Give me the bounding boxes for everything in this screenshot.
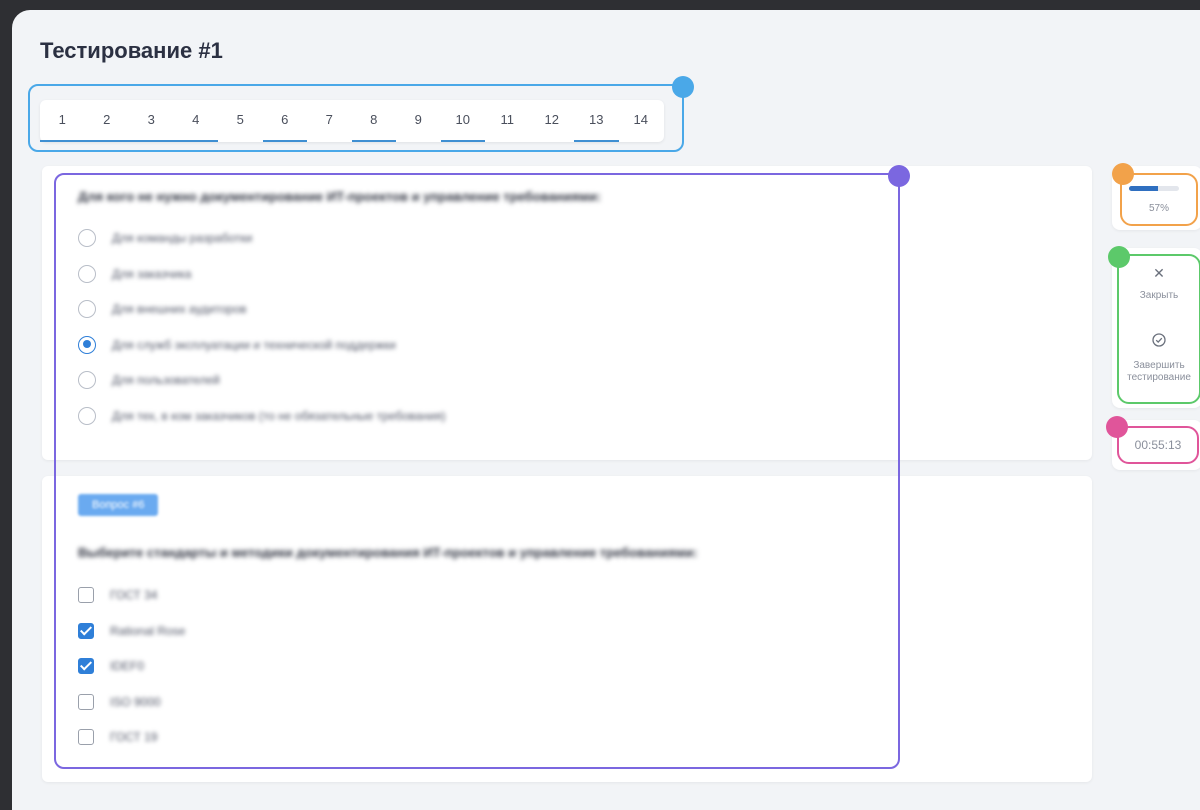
radio-option[interactable]: Для тех, в ком заказчиков (то не обязате… — [78, 405, 446, 427]
radio-button[interactable] — [78, 371, 96, 389]
radio-button[interactable] — [78, 406, 96, 425]
question-6-badge: Вопрос #6 — [78, 494, 159, 516]
checkbox-option[interactable]: Rational Rose — [78, 620, 185, 642]
question-number-9[interactable]: 9 — [396, 100, 441, 142]
checkbox[interactable] — [78, 587, 94, 603]
page-title: Тестирование #1 — [40, 38, 223, 63]
checkbox[interactable] — [78, 658, 94, 674]
question-5-text: Для кого не нужно документирование ИТ-пр… — [78, 189, 602, 204]
progress-label: 57% — [1148, 203, 1169, 214]
radio-option[interactable]: Для команды разработки — [78, 227, 252, 249]
checkbox-option-label: ГОСТ 34 — [110, 588, 158, 602]
question-number-8[interactable]: 8 — [351, 100, 397, 142]
check-circle-icon — [1149, 333, 1169, 350]
checkbox-option-label: ISO 9000 — [110, 694, 161, 709]
timer: 00:55:13 — [1134, 438, 1182, 452]
radio-option[interactable]: Для внешних аудиторов — [78, 298, 247, 320]
checkbox-option[interactable]: ГОСТ 34 — [78, 584, 157, 606]
questions-marker-dot — [888, 165, 910, 187]
radio-button[interactable] — [78, 300, 96, 318]
checkbox[interactable] — [78, 693, 94, 710]
question-number-6[interactable]: 6 — [262, 100, 308, 142]
radio-option-label: Для пользователей — [112, 373, 220, 387]
checkbox-option-label: ГОСТ 19 — [110, 730, 158, 744]
close-icon: ✕ — [1153, 265, 1165, 281]
progress-bar — [1129, 186, 1179, 191]
question-6-text: Выберите стандарты и методики документир… — [78, 545, 698, 560]
question-number-7[interactable]: 7 — [307, 100, 352, 142]
question-number-4[interactable]: 4 — [173, 100, 219, 142]
finish-label: Завершить тестирование — [1120, 360, 1198, 384]
question-number-3[interactable]: 3 — [129, 100, 174, 142]
checkbox-option[interactable]: ГОСТ 19 — [78, 726, 157, 748]
question-navigator: 1 2 3 4 5 6 7 8 9 10 11 12 13 14 — [40, 100, 664, 142]
question-number-5[interactable]: 5 — [218, 100, 263, 142]
navigator-marker-dot — [672, 76, 694, 98]
finish-test-button[interactable]: Завершить тестирование — [1120, 330, 1198, 390]
checkbox-option-label: IDEF0 — [110, 659, 145, 673]
radio-option[interactable]: Для пользователей — [78, 369, 220, 391]
progress-bar-fill — [1129, 186, 1158, 191]
radio-option-label: Для служб эксплуатации и технической под… — [112, 337, 396, 352]
finish-label-line-2: тестирование — [1127, 372, 1191, 383]
progress-highlight — [1120, 173, 1198, 226]
question-card-6 — [42, 476, 1092, 782]
question-number-14[interactable]: 14 — [619, 100, 664, 142]
progress-marker-dot — [1112, 163, 1134, 185]
checkbox-option[interactable]: IDEF0 — [78, 655, 144, 677]
radio-button[interactable] — [78, 229, 96, 247]
question-number-1[interactable]: 1 — [40, 100, 85, 142]
radio-option-label: Для заказчика — [112, 266, 192, 281]
checkbox-option[interactable]: ISO 9000 — [78, 691, 161, 713]
question-number-12[interactable]: 12 — [530, 100, 575, 142]
radio-option-label: Для команды разработки — [112, 231, 253, 245]
close-button[interactable]: ✕ Закрыть — [1120, 262, 1198, 308]
question-number-2[interactable]: 2 — [84, 100, 130, 142]
finish-label-line-1: Завершить — [1133, 360, 1185, 371]
radio-button[interactable] — [78, 335, 96, 354]
radio-option-label: Для тех, в ком заказчиков (то не обязате… — [112, 408, 446, 423]
radio-option-label: Для внешних аудиторов — [112, 302, 247, 316]
checkbox-option-label: Rational Rose — [110, 623, 186, 638]
radio-option[interactable]: Для служб эксплуатации и технической под… — [78, 334, 396, 356]
radio-button[interactable] — [78, 264, 96, 283]
question-number-13[interactable]: 13 — [574, 100, 619, 142]
close-label: Закрыть — [1139, 290, 1179, 301]
question-number-11[interactable]: 11 — [485, 100, 530, 142]
checkbox[interactable] — [78, 622, 94, 639]
question-number-10[interactable]: 10 — [440, 100, 486, 142]
radio-option[interactable]: Для заказчика — [78, 263, 191, 285]
checkbox[interactable] — [78, 729, 94, 745]
